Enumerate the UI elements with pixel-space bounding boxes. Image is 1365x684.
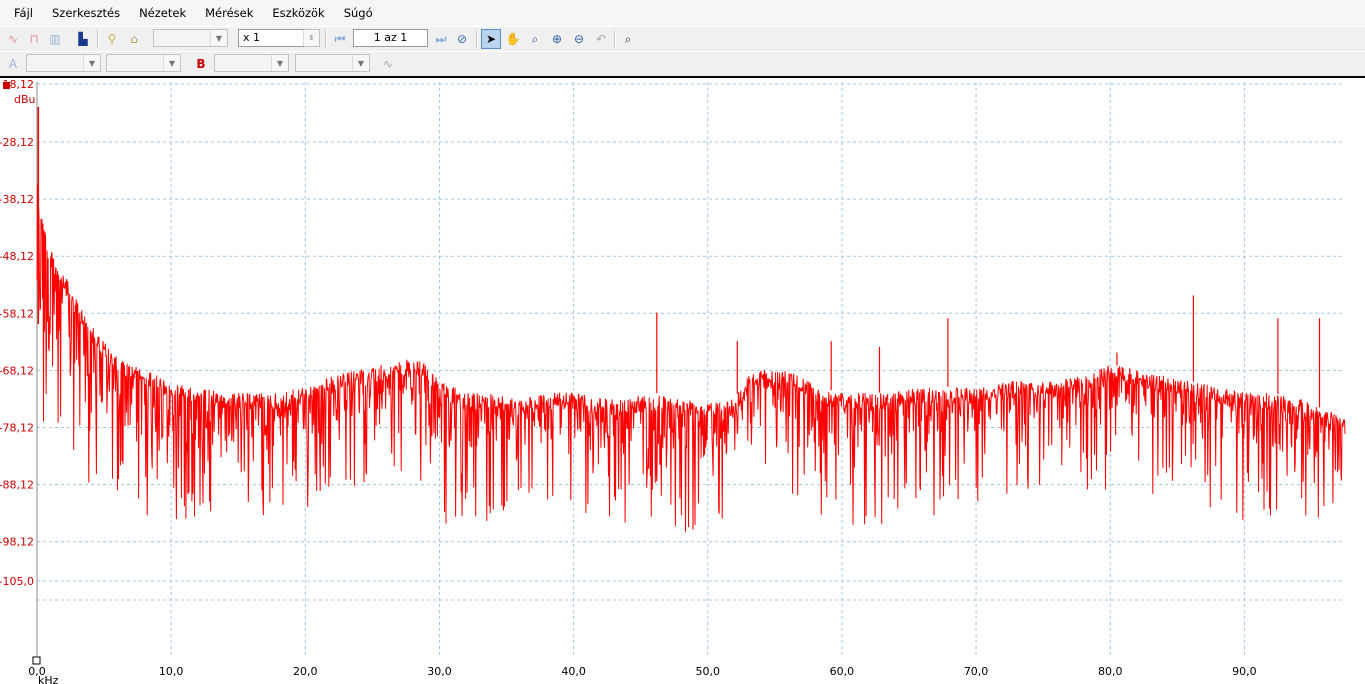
scope-view-icon[interactable]: ∿ xyxy=(3,29,23,49)
channel-b-range-dropdown[interactable]: ▼ xyxy=(214,54,289,72)
spectrum-plot-area[interactable]: 18,12 -28,12 -38,12 -48,12 -58,12 -68,12 -78,1… xyxy=(0,76,1365,684)
menu-tools[interactable]: Eszközök xyxy=(272,6,324,20)
y-tick-label: -48,12 xyxy=(0,250,34,263)
spectrum-chart[interactable]: 18,12-28,12-38,12-48,12-58,12-68,12-78,1… xyxy=(0,78,1365,684)
undo-zoom-icon[interactable]: ↶ xyxy=(591,29,611,49)
main-toolbar: ∿ ⊓ ▥ ▙ ⚲ ⌂ ▼ x 1 ⇕ ⏮ 1 az 1 ⏭ ⊘ ➤ ✋ ⌕ ⊕… xyxy=(0,26,1365,52)
hand-icon[interactable]: ✋ xyxy=(503,29,523,49)
x-tick-label: 70,0 xyxy=(964,665,989,678)
scale-field[interactable]: x 1 xyxy=(238,29,305,47)
x-unit-label: kHz xyxy=(38,674,59,684)
chevron-down-icon: ▼ xyxy=(352,55,369,71)
next-icon[interactable]: ⏭ xyxy=(431,29,451,49)
chevron-down-icon: ▼ xyxy=(83,55,100,71)
menu-file[interactable]: Fájl xyxy=(14,6,33,20)
channel-b-marker xyxy=(3,82,10,89)
x-tick-label: 90,0 xyxy=(1232,665,1257,678)
pointer-icon[interactable]: ➤ xyxy=(481,29,501,49)
x-tick-label: 20,0 xyxy=(293,665,318,678)
channel-toolbar: A ▼ ▼ B ▼ ▼ ∿ xyxy=(0,51,1365,77)
y-tick-label: -28,12 xyxy=(0,136,34,149)
scale-spinner[interactable]: ⇕ xyxy=(303,29,320,47)
y-unit-label: dBu xyxy=(14,93,36,106)
spectrum-trace xyxy=(36,107,1346,532)
menu-measurements[interactable]: Mérések xyxy=(205,6,253,20)
y-tick-label: -38,12 xyxy=(0,193,34,206)
menu-bar: Fájl Szerkesztés Nézetek Mérések Eszközö… xyxy=(0,0,1365,26)
y-tick-label: -68,12 xyxy=(0,364,34,377)
chevron-down-icon: ▼ xyxy=(163,55,180,71)
zoom-fit-icon[interactable]: ⌕ xyxy=(618,29,638,49)
menu-edit[interactable]: Szerkesztés xyxy=(52,6,120,20)
channel-b-icon[interactable]: B xyxy=(191,54,211,74)
zoom-in-icon[interactable]: ⊕ xyxy=(547,29,567,49)
channel-b-coupling-dropdown[interactable]: ▼ xyxy=(295,54,370,72)
x-tick-label: 30,0 xyxy=(427,665,452,678)
channel-a-range-dropdown[interactable]: ▼ xyxy=(26,54,101,72)
measure-icon[interactable]: ∿ xyxy=(378,54,398,74)
spinner-icon: ⇕ xyxy=(303,30,319,46)
x-tick-label: 80,0 xyxy=(1098,665,1123,678)
channel-b-label: B xyxy=(196,57,206,71)
trace-line xyxy=(36,184,1346,532)
previous-icon[interactable]: ⏮ xyxy=(330,29,350,49)
y-tick-label: -105,0 xyxy=(0,575,34,588)
channel-a-icon[interactable]: A xyxy=(3,54,23,74)
x-tick-label: 60,0 xyxy=(830,665,855,678)
spectrum-view-icon[interactable]: ▥ xyxy=(45,29,65,49)
compass-icon[interactable]: ⊘ xyxy=(452,29,472,49)
y-tick-label: -88,12 xyxy=(0,479,34,492)
probe-icon[interactable]: ⚲ xyxy=(102,29,122,49)
y-tick-label: -58,12 xyxy=(0,307,34,320)
x-tick-label: 50,0 xyxy=(696,665,721,678)
zoom-icon[interactable]: ⌕ xyxy=(525,29,545,49)
collection-dropdown[interactable]: ▼ xyxy=(153,29,228,47)
page-field[interactable]: 1 az 1 xyxy=(353,29,428,47)
x-tick-label: 40,0 xyxy=(561,665,586,678)
y-axis-labels: 18,12-28,12-38,12-48,12-58,12-68,12-78,1… xyxy=(0,78,34,588)
y-tick-label: -98,12 xyxy=(0,536,34,549)
menu-help[interactable]: Súgó xyxy=(344,6,373,20)
channel-a-label: A xyxy=(8,57,18,71)
chevron-down-icon: ▼ xyxy=(210,30,227,46)
origin-marker xyxy=(32,656,41,665)
y-tick-label: -78,12 xyxy=(0,422,34,435)
scope-view-disabled-icon[interactable]: ⊓ xyxy=(24,29,44,49)
chevron-down-icon: ▼ xyxy=(271,55,288,71)
x-axis-labels: 0,0 10,0 20,0 30,0 40,0 50,0 60,0 70,0 80,0 90,0 xyxy=(28,665,1256,678)
plot-grid xyxy=(36,82,1345,656)
zoom-out-icon[interactable]: ⊖ xyxy=(569,29,589,49)
x-tick-label: 10,0 xyxy=(159,665,184,678)
menu-views[interactable]: Nézetek xyxy=(139,6,186,20)
persistence-icon[interactable]: ▙ xyxy=(73,29,93,49)
channel-a-coupling-dropdown[interactable]: ▼ xyxy=(106,54,181,72)
home-icon[interactable]: ⌂ xyxy=(124,29,144,49)
